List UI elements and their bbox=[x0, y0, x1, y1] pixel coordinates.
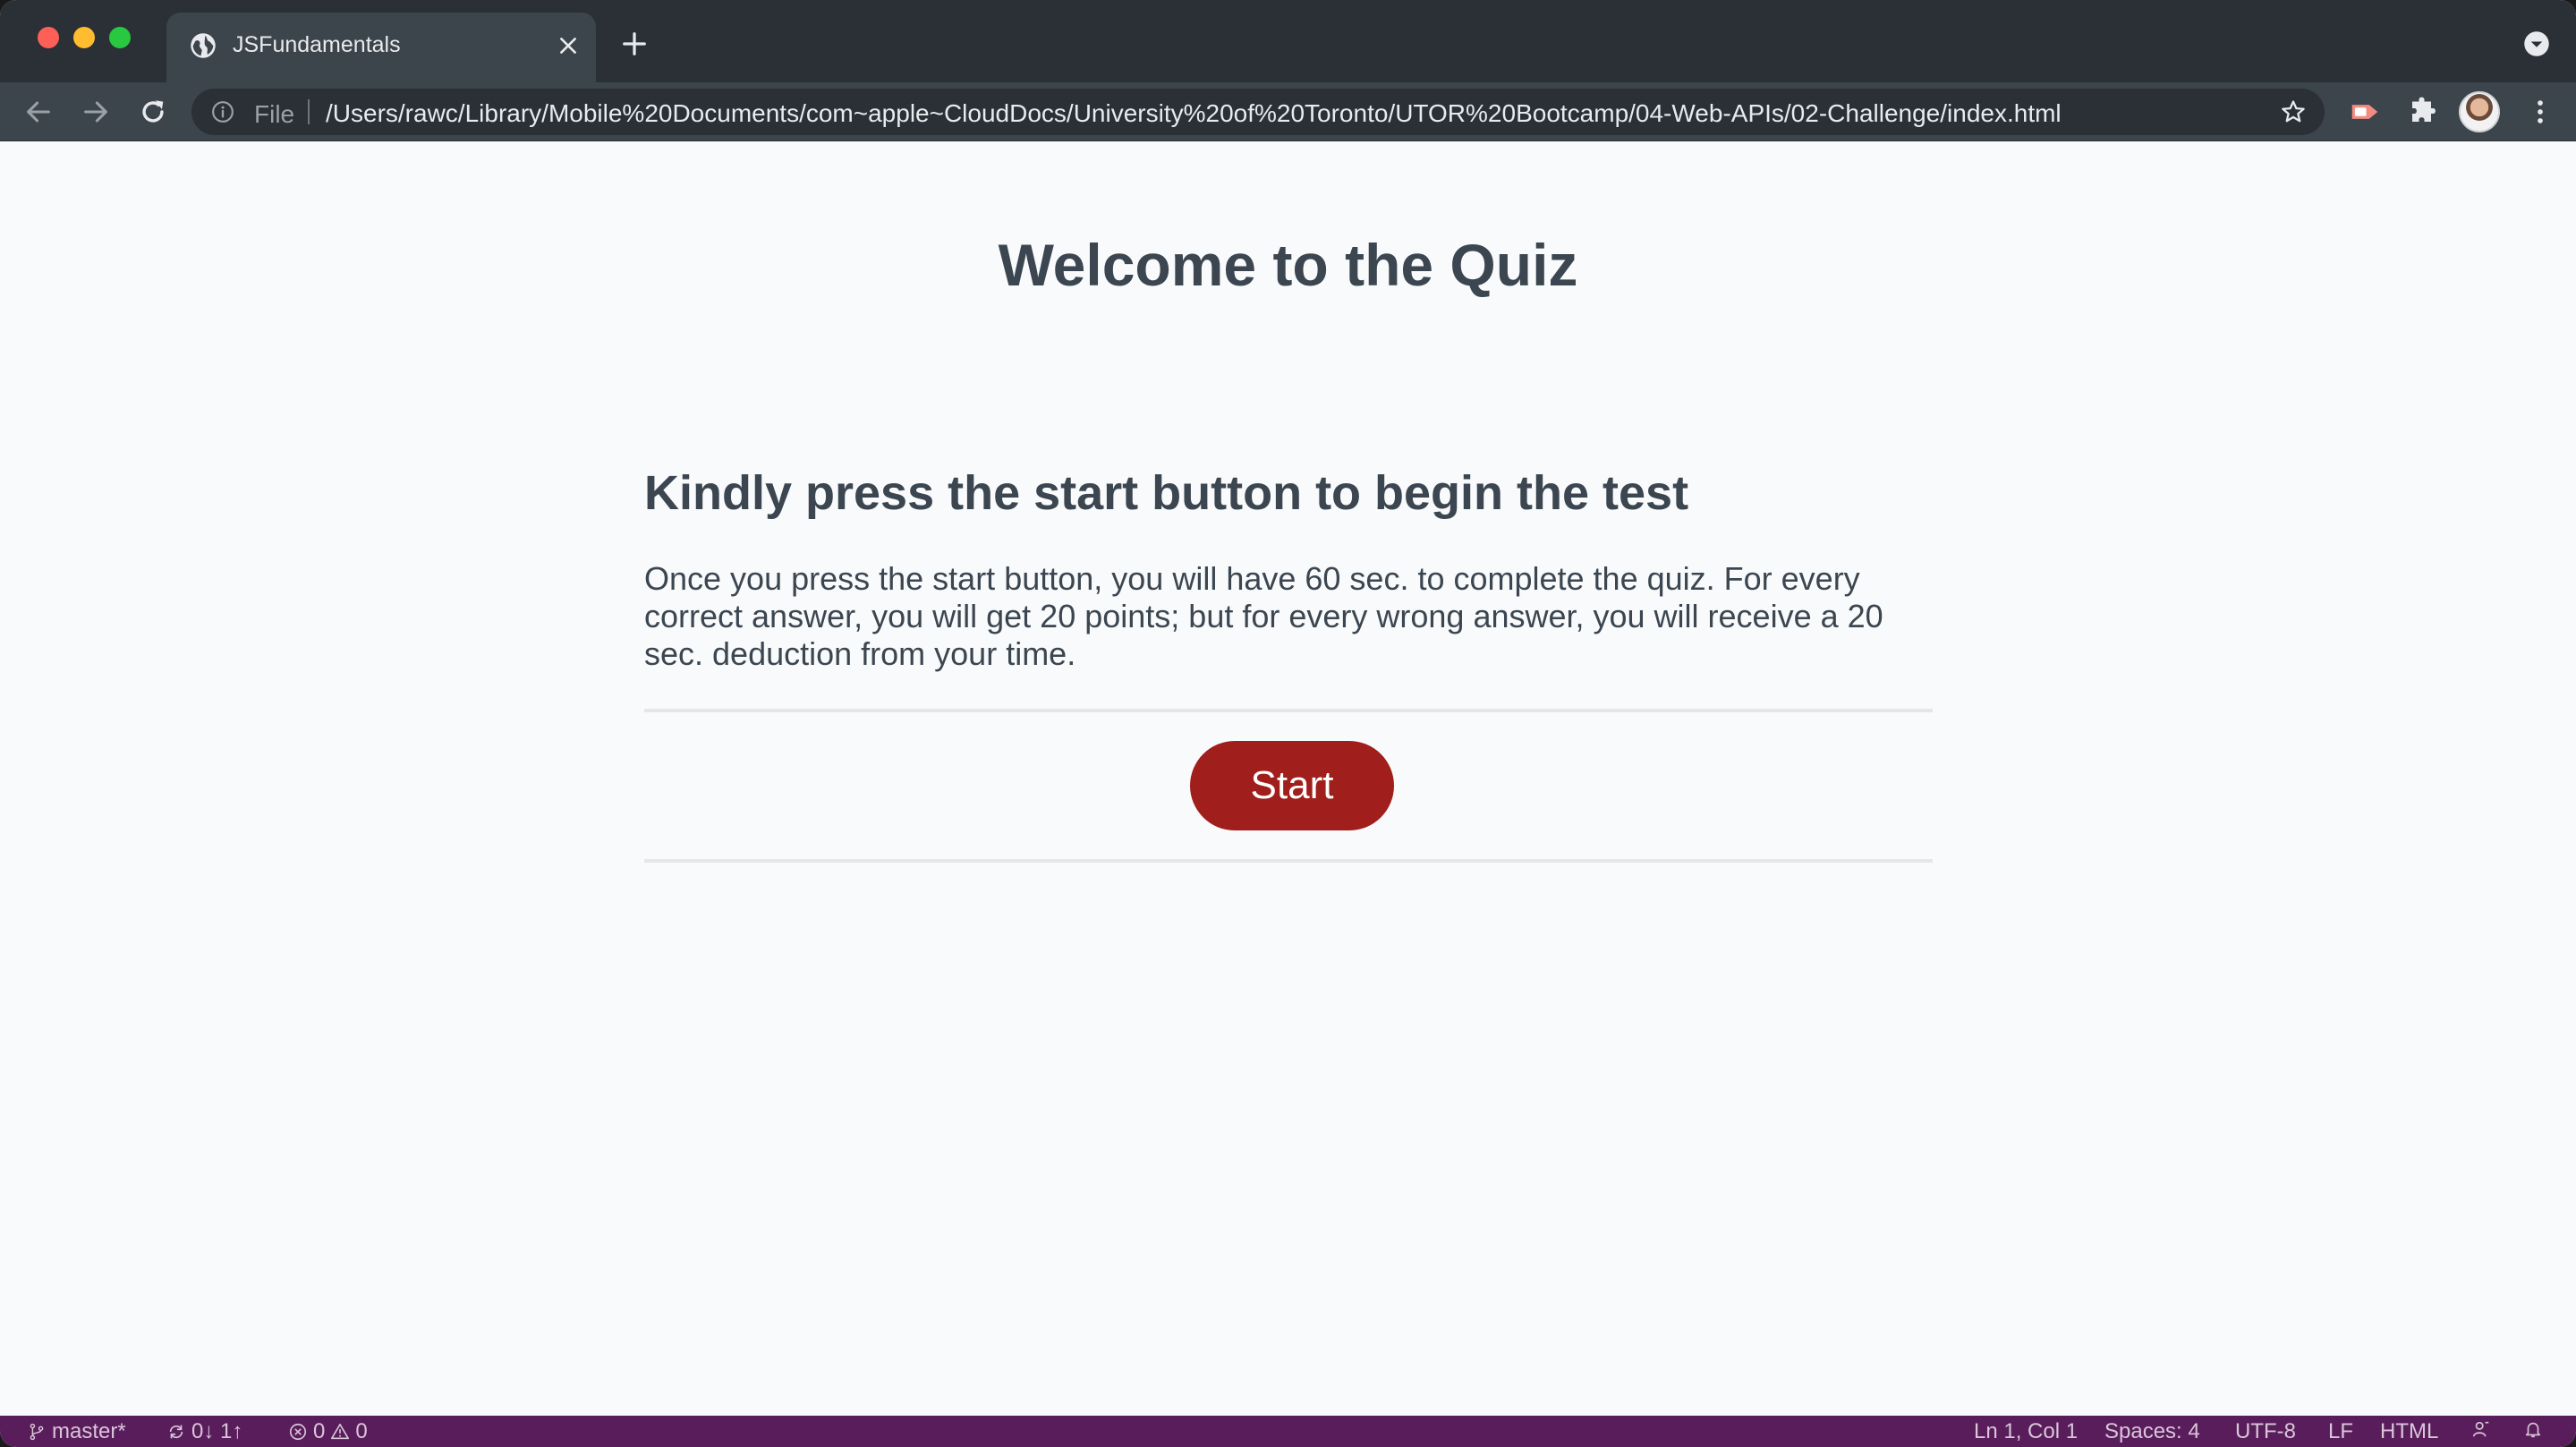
language-mode[interactable]: HTML bbox=[2380, 1419, 2438, 1444]
close-icon[interactable] bbox=[557, 34, 580, 57]
sync-indicator[interactable]: 0↓ 1↑ bbox=[166, 1419, 242, 1444]
warning-icon bbox=[331, 1423, 350, 1440]
cursor-position[interactable]: Ln 1, Col 1 bbox=[1974, 1419, 2078, 1444]
reload-icon[interactable] bbox=[138, 97, 168, 127]
feedback[interactable] bbox=[2471, 1419, 2491, 1439]
divider-top bbox=[644, 709, 1933, 712]
bookmark-star-icon[interactable] bbox=[2280, 98, 2307, 125]
tab-search-icon[interactable] bbox=[2523, 30, 2550, 57]
more-vert-icon[interactable] bbox=[2525, 97, 2555, 127]
window-close-button[interactable] bbox=[38, 27, 59, 48]
intro-heading: Kindly press the start button to begin t… bbox=[644, 466, 1689, 520]
indentation[interactable]: Spaces: 4 bbox=[2104, 1419, 2200, 1444]
branch-indicator[interactable]: master* bbox=[27, 1419, 126, 1444]
omnibox-divider bbox=[308, 99, 310, 124]
forward-arrow-icon[interactable] bbox=[81, 97, 111, 127]
sync-icon bbox=[169, 1425, 183, 1439]
browser-tab[interactable]: JSFundamentals bbox=[166, 13, 596, 82]
problems-indicator[interactable]: 0 0 bbox=[288, 1419, 368, 1444]
sync-status: 0↓ 1↑ bbox=[191, 1419, 243, 1443]
error-count: 0 bbox=[313, 1419, 326, 1443]
url-text[interactable]: /Users/rawc/Library/Mobile%20Documents/c… bbox=[326, 99, 2062, 128]
git-branch-icon bbox=[30, 1423, 44, 1441]
eol-label: LF bbox=[2328, 1419, 2354, 1443]
branch-name: master* bbox=[52, 1419, 126, 1443]
tab-title: JSFundamentals bbox=[233, 32, 401, 57]
window-minimize-button[interactable] bbox=[73, 27, 95, 48]
globe-icon bbox=[191, 33, 216, 58]
divider-bottom bbox=[644, 859, 1933, 863]
end-of-line[interactable]: LF bbox=[2328, 1419, 2353, 1444]
extension-screencast-icon[interactable] bbox=[2348, 95, 2382, 129]
start-button[interactable]: Start bbox=[1190, 741, 1394, 830]
page-title: Welcome to the Quiz bbox=[998, 232, 1578, 298]
browser-toolbar: File /Users/rawc/Library/Mobile%20Docume… bbox=[0, 82, 2576, 141]
encoding[interactable]: UTF-8 bbox=[2235, 1419, 2296, 1444]
intro-instructions: Once you press the start button, you wil… bbox=[644, 560, 1883, 672]
notifications[interactable] bbox=[2523, 1419, 2543, 1439]
info-icon[interactable] bbox=[211, 100, 234, 123]
cursor-position-label: Ln 1, Col 1 bbox=[1974, 1419, 2079, 1443]
address-bar[interactable]: File /Users/rawc/Library/Mobile%20Docume… bbox=[191, 89, 2325, 135]
feedback-person-icon bbox=[2472, 1421, 2489, 1437]
window-zoom-button[interactable] bbox=[109, 27, 131, 48]
tab-strip: JSFundamentals bbox=[0, 0, 2576, 82]
status-bar: master* 0↓ 1↑ 0 0 Ln 1, Col 1 Spaces: 4 … bbox=[0, 1416, 2576, 1447]
scheme-label: File bbox=[254, 100, 295, 128]
error-icon bbox=[289, 1423, 307, 1441]
new-tab-icon[interactable] bbox=[621, 30, 648, 57]
quiz-intro-card: Kindly press the start button to begin t… bbox=[644, 465, 1933, 673]
warning-count: 0 bbox=[355, 1419, 368, 1443]
extensions-puzzle-icon[interactable] bbox=[2407, 95, 2439, 127]
profile-avatar[interactable] bbox=[2459, 91, 2500, 132]
bell-icon bbox=[2525, 1422, 2541, 1438]
browser-window: JSFundamentals File /Users/rawc/Library/… bbox=[0, 0, 2576, 1447]
page-viewport: Welcome to the Quiz Kindly press the sta… bbox=[0, 141, 2576, 1416]
indentation-label: Spaces: 4 bbox=[2104, 1419, 2200, 1443]
back-arrow-icon[interactable] bbox=[23, 97, 54, 127]
language-label: HTML bbox=[2380, 1419, 2439, 1443]
encoding-label: UTF-8 bbox=[2235, 1419, 2296, 1443]
